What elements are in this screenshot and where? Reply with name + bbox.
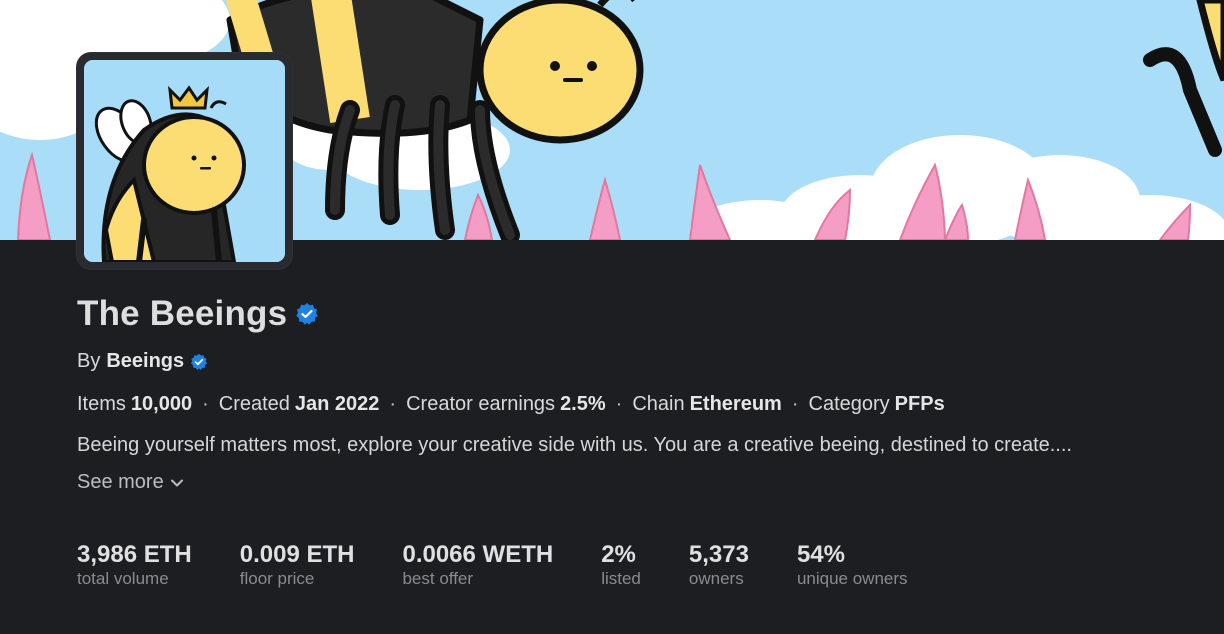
title-row: The Beeings — [77, 290, 1157, 338]
stat-label: floor price — [239, 569, 315, 588]
meta-creator-earnings: Creator earnings 2.5% — [406, 393, 606, 415]
stat-value: 0.009 ETH — [239, 541, 355, 568]
stat-label: best offer — [402, 569, 474, 588]
collection-description: Beeing yourself matters most, explore yo… — [77, 434, 1072, 456]
stat-value: 2% — [601, 541, 636, 568]
meta-separator: · — [615, 393, 623, 415]
see-more-label: See more — [77, 471, 164, 493]
collection-info: The Beeings By Beeings Items 10,000 · Cre… — [77, 290, 1157, 494]
stat-listed[interactable]: 2% listed — [601, 540, 641, 588]
meta-category[interactable]: Category PFPs — [809, 393, 945, 416]
stat-owners[interactable]: 5,373 owners — [689, 540, 749, 588]
stat-value: 5,373 — [688, 541, 749, 568]
verified-badge-icon — [295, 302, 319, 326]
stat-unique-owners[interactable]: 54% unique owners — [797, 540, 908, 588]
collection-avatar[interactable] — [77, 53, 292, 269]
stat-total-volume[interactable]: 3,986 ETH total volume — [77, 540, 192, 588]
creator-row: By Beeings — [77, 350, 1157, 373]
collection-stats: 3,986 ETH total volume 0.009 ETH floor p… — [77, 540, 956, 588]
collection-meta: Items 10,000 · Created Jan 2022 · Creator … — [77, 393, 1157, 416]
meta-created: Created Jan 2022 — [218, 393, 380, 415]
meta-separator: · — [389, 393, 397, 415]
meta-chain: Chain Ethereum — [632, 393, 782, 415]
see-more-button[interactable]: See more — [77, 471, 184, 494]
stat-value: 0.0066 WETH — [402, 541, 554, 568]
stat-value: 3,986 ETH — [77, 541, 192, 568]
meta-items: Items 10,000 — [77, 393, 193, 415]
chevron-down-icon — [170, 479, 183, 486]
creator-prefix: By — [77, 350, 101, 372]
stat-best-offer[interactable]: 0.0066 WETH best offer — [402, 540, 553, 588]
stat-label: unique owners — [796, 569, 908, 588]
stat-floor-price[interactable]: 0.009 ETH floor price — [240, 540, 355, 588]
stat-label: listed — [601, 569, 641, 588]
meta-separator: · — [202, 393, 209, 415]
creator-verified-icon — [190, 353, 208, 371]
stat-label: total volume — [77, 569, 169, 588]
meta-separator: · — [791, 393, 799, 415]
stat-value: 54% — [796, 541, 845, 568]
collection-name: The Beeings — [77, 294, 288, 333]
stat-label: owners — [688, 569, 744, 588]
creator-link[interactable]: Beeings — [106, 350, 184, 373]
avatar-image — [84, 60, 285, 262]
